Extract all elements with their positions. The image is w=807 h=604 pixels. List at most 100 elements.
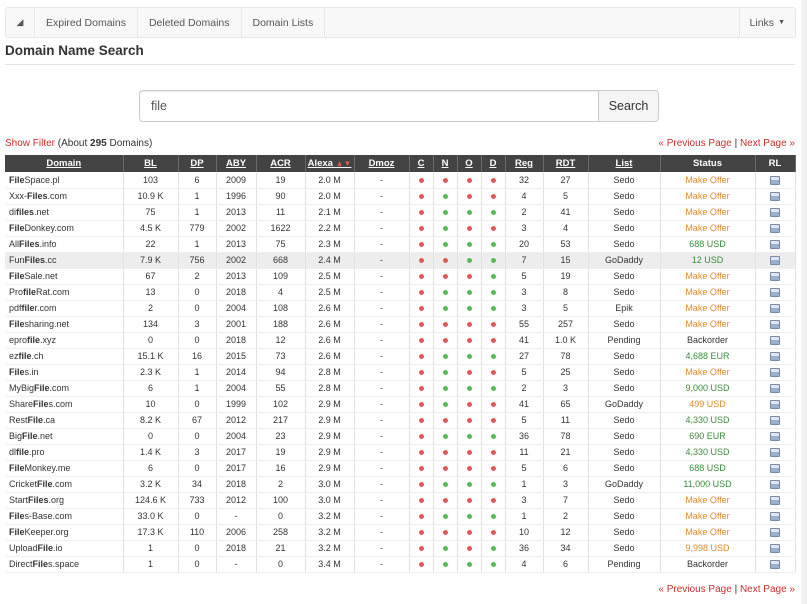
status-link[interactable]: Make Offer [685, 271, 729, 281]
domain-link[interactable]: DirectFiles.space [9, 559, 79, 569]
report-icon[interactable] [770, 384, 780, 394]
links-dropdown[interactable]: Links ▼ [738, 8, 795, 37]
report-icon[interactable] [770, 560, 780, 570]
domain-link[interactable]: Xxx-Files.com [9, 191, 67, 201]
status-link[interactable]: Make Offer [685, 527, 729, 537]
status-link[interactable]: 690 EUR [689, 431, 726, 441]
report-icon[interactable] [770, 464, 780, 474]
domain-link[interactable]: Files-Base.com [9, 511, 72, 521]
show-filter-link[interactable]: Show Filter [5, 138, 55, 149]
col-c[interactable]: C [409, 155, 434, 172]
domain-link[interactable]: pdffiler.com [9, 303, 57, 313]
domain-link[interactable]: CricketFile.com [9, 479, 72, 489]
status-link[interactable]: 499 USD [689, 399, 726, 409]
report-icon[interactable] [770, 175, 780, 185]
domain-link[interactable]: ShareFiles.com [9, 399, 73, 409]
search-button[interactable]: Search [598, 90, 659, 122]
col-o[interactable]: O [457, 155, 482, 172]
domain-link[interactable]: Filesharing.net [9, 319, 69, 329]
status-link[interactable]: 4,330 USD [685, 447, 729, 457]
domain-link[interactable]: RestFile.ca [9, 415, 55, 425]
status-link[interactable]: Backorder [687, 335, 728, 345]
domain-link[interactable]: eprofile.xyz [9, 335, 56, 345]
status-link[interactable]: Make Offer [685, 319, 729, 329]
status-link[interactable]: Make Offer [685, 207, 729, 217]
col-domain[interactable]: Domain [5, 155, 124, 172]
report-icon[interactable] [770, 288, 780, 298]
status-link[interactable]: Make Offer [685, 287, 729, 297]
domain-link[interactable]: FunFiles.cc [9, 255, 57, 265]
report-icon[interactable] [770, 320, 780, 330]
report-icon[interactable] [770, 528, 780, 538]
report-icon[interactable] [770, 304, 780, 314]
domain-link[interactable]: FileDonkey.com [9, 223, 74, 233]
domain-link[interactable]: FileSale.net [9, 271, 58, 281]
col-bl[interactable]: BL [123, 155, 179, 172]
status-link[interactable]: Make Offer [685, 495, 729, 505]
domain-link[interactable]: MyBigFile.com [9, 383, 69, 393]
domain-link[interactable]: AllFiles.info [9, 239, 57, 249]
report-icon[interactable] [770, 512, 780, 522]
report-icon[interactable] [770, 368, 780, 378]
domain-link[interactable]: FileSpace.pl [9, 175, 60, 185]
next-page-link[interactable]: Next Page » [740, 138, 795, 149]
report-icon[interactable] [770, 496, 780, 506]
report-icon[interactable] [770, 256, 780, 266]
col-dp[interactable]: DP [178, 155, 217, 172]
domain-link[interactable]: difiles.net [9, 207, 49, 217]
col-rdt[interactable]: RDT [543, 155, 589, 172]
home-icon[interactable]: ◢ [6, 8, 35, 37]
status-link[interactable]: 688 USD [689, 463, 726, 473]
report-icon[interactable] [770, 272, 780, 282]
report-icon[interactable] [770, 192, 780, 202]
col-acr[interactable]: ACR [256, 155, 306, 172]
col-reg[interactable]: Reg [505, 155, 544, 172]
domain-link[interactable]: BigFile.net [9, 431, 53, 441]
report-icon[interactable] [770, 480, 780, 490]
nav-domain-lists[interactable]: Domain Lists [242, 8, 326, 37]
status-link[interactable]: 9,998 USD [685, 543, 729, 553]
col-d[interactable]: D [481, 155, 506, 172]
status-link[interactable]: Make Offer [685, 367, 729, 377]
status-link[interactable]: Make Offer [685, 175, 729, 185]
col-list[interactable]: List [588, 155, 661, 172]
status-link[interactable]: Backorder [687, 559, 728, 569]
domain-link[interactable]: ProfileRat.com [9, 287, 70, 297]
scrollbar-track[interactable] [801, 0, 807, 604]
report-icon[interactable] [770, 432, 780, 442]
report-icon[interactable] [770, 352, 780, 362]
domain-link[interactable]: ezfile.ch [9, 351, 44, 361]
col-alexa[interactable]: Alexa ▲▼ [305, 155, 355, 172]
nav-deleted-domains[interactable]: Deleted Domains [138, 8, 242, 37]
search-input[interactable] [139, 90, 598, 122]
col-dmoz[interactable]: Dmoz [354, 155, 410, 172]
report-icon[interactable] [770, 224, 780, 234]
report-icon[interactable] [770, 448, 780, 458]
domain-link[interactable]: FileKeeper.org [9, 527, 69, 537]
status-link[interactable]: Make Offer [685, 303, 729, 313]
domain-link[interactable]: dlfile.pro [9, 447, 45, 457]
col-aby[interactable]: ABY [216, 155, 257, 172]
domain-link[interactable]: FileMonkey.me [9, 463, 70, 473]
status-link[interactable]: Make Offer [685, 511, 729, 521]
status-link[interactable]: 9,000 USD [685, 383, 729, 393]
report-icon[interactable] [770, 400, 780, 410]
report-icon[interactable] [770, 336, 780, 346]
status-link[interactable]: 688 USD [689, 239, 726, 249]
status-link[interactable]: Make Offer [685, 223, 729, 233]
status-link[interactable]: 12 USD [692, 255, 724, 265]
previous-page-link[interactable]: « Previous Page [658, 138, 731, 149]
col-n[interactable]: N [433, 155, 458, 172]
nav-expired-domains[interactable]: Expired Domains [35, 8, 138, 37]
status-link[interactable]: 4,688 EUR [685, 351, 729, 361]
previous-page-link-bottom[interactable]: « Previous Page [658, 584, 731, 595]
status-link[interactable]: 4,330 USD [685, 415, 729, 425]
next-page-link-bottom[interactable]: Next Page » [740, 584, 795, 595]
report-icon[interactable] [770, 208, 780, 218]
domain-link[interactable]: Files.in [9, 367, 39, 377]
status-link[interactable]: Make Offer [685, 191, 729, 201]
report-icon[interactable] [770, 240, 780, 250]
status-link[interactable]: 11,000 USD [683, 479, 731, 489]
domain-link[interactable]: UploadFile.io [9, 543, 63, 553]
report-icon[interactable] [770, 544, 780, 554]
